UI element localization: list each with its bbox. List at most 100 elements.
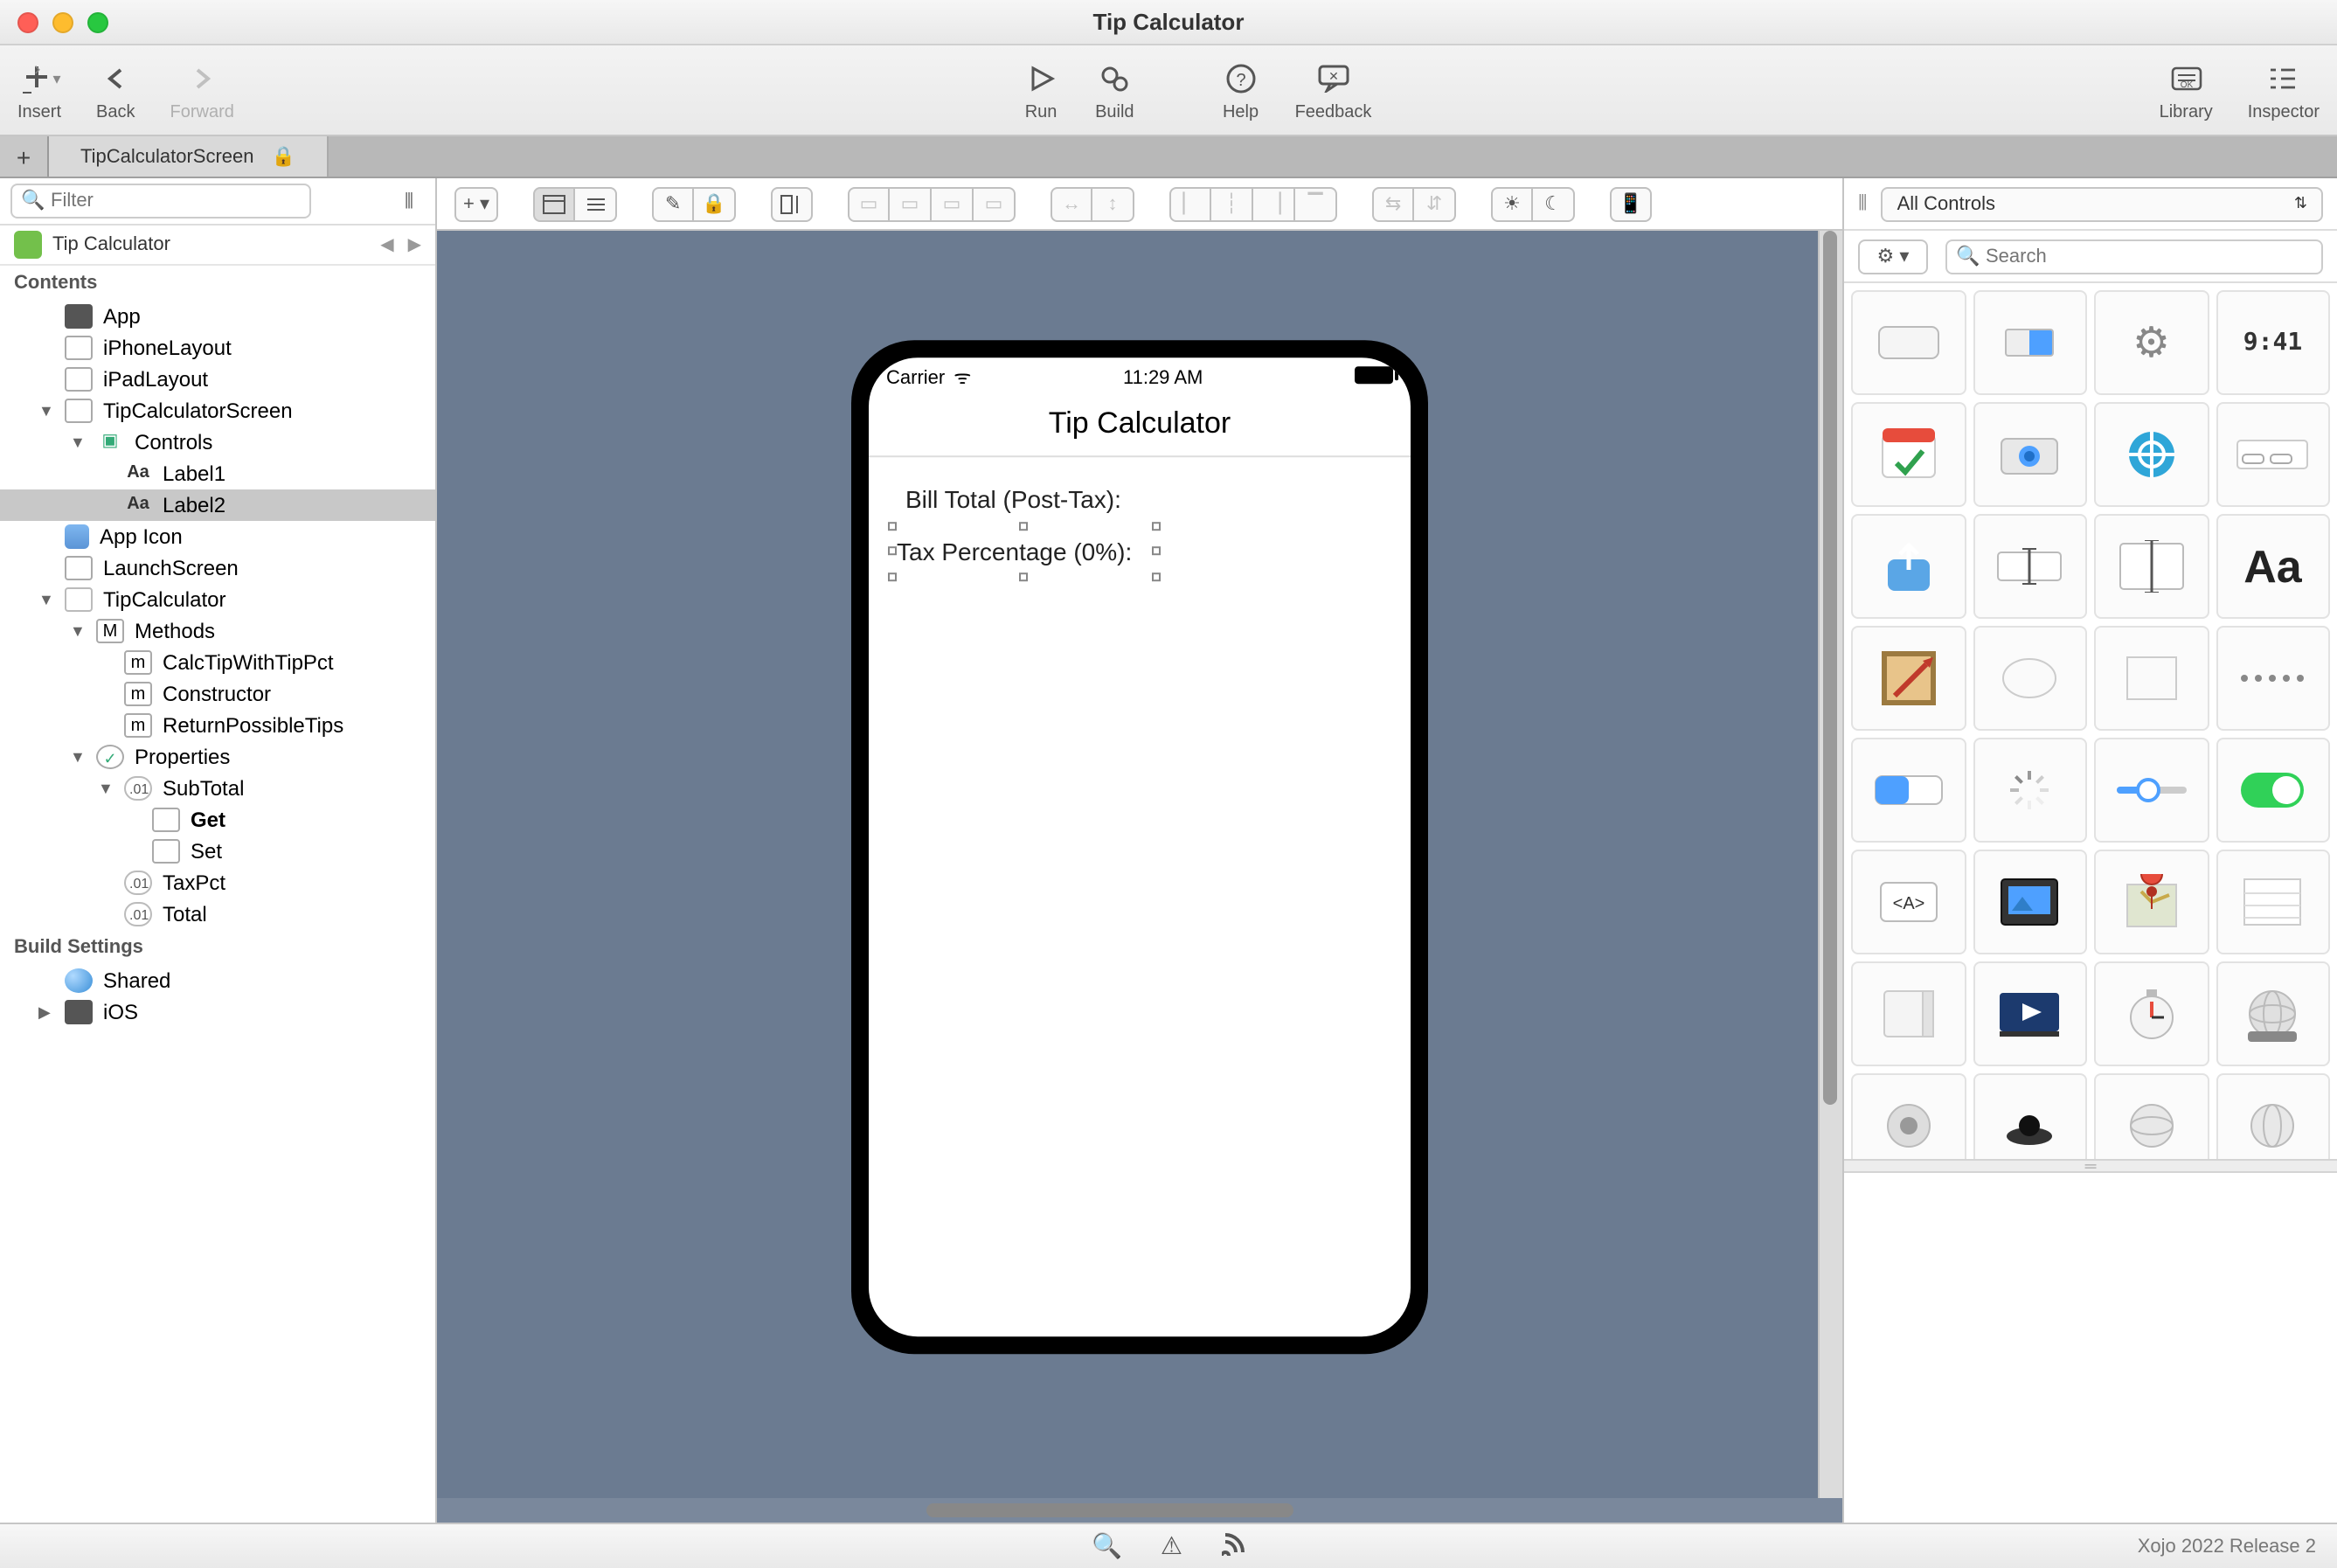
nav-item-appicon[interactable]: App Icon <box>0 521 435 552</box>
nav-item-launchscreen[interactable]: LaunchScreen <box>0 552 435 584</box>
back-button[interactable]: Back <box>79 45 152 135</box>
warnings-icon[interactable]: ⚠ <box>1161 1531 1182 1561</box>
inspector-button[interactable]: Inspector <box>2230 45 2337 135</box>
nav-item-label1[interactable]: AaLabel1 <box>0 458 435 489</box>
control-tcpsocket[interactable] <box>2094 1073 2209 1159</box>
canvas-hscrollbar[interactable] <box>437 1498 1842 1523</box>
dark-mode-button[interactable]: ☾ <box>1533 186 1575 221</box>
library-splitter[interactable]: ═ <box>1844 1159 2337 1173</box>
control-htmlviewer[interactable]: <A> <box>1851 850 1966 954</box>
control-camera[interactable] <box>1973 402 2087 507</box>
control-mapviewer[interactable] <box>2094 850 2209 954</box>
library-columns-toggle[interactable]: ⦀ <box>1858 191 1868 217</box>
nav-item-shared[interactable]: Shared <box>0 965 435 996</box>
control-imageviewer[interactable] <box>1973 850 2087 954</box>
control-canvas[interactable] <box>1851 626 1966 731</box>
align-right-button[interactable]: ▕ <box>1253 186 1295 221</box>
order-backward-button[interactable]: ▭ <box>932 186 974 221</box>
control-progressbar[interactable] <box>1973 290 2087 395</box>
nav-item-method-returntips[interactable]: mReturnPossibleTips <box>0 710 435 741</box>
control-datepicker[interactable] <box>1851 402 1966 507</box>
space-h-button[interactable]: ⇆ <box>1372 186 1414 221</box>
order-front-button[interactable]: ▭ <box>848 186 890 221</box>
add-control-button[interactable]: + ▾ <box>454 186 498 221</box>
view-layout-button[interactable] <box>533 186 575 221</box>
nav-item-method-calctip[interactable]: mCalcTipWithTipPct <box>0 647 435 678</box>
nav-item-prop-subtotal-get[interactable]: Get <box>0 804 435 836</box>
align-left-button[interactable]: ▏ <box>1169 186 1211 221</box>
order-forward-button[interactable]: ▭ <box>890 186 932 221</box>
rss-icon[interactable] <box>1221 1531 1245 1561</box>
control-separator[interactable] <box>2216 626 2330 731</box>
control-slider[interactable] <box>2094 738 2209 843</box>
control-clock[interactable]: 9:41 <box>2216 290 2330 395</box>
nav-item-ios[interactable]: ▶iOS <box>0 996 435 1028</box>
library-settings-button[interactable]: ⚙ ▾ <box>1858 239 1928 274</box>
run-button[interactable]: Run <box>1004 45 1078 135</box>
control-timer[interactable] <box>2094 961 2209 1066</box>
control-movieplayer[interactable] <box>1973 961 2087 1066</box>
nav-item-label2[interactable]: AaLabel2 <box>0 489 435 521</box>
history-back-icon[interactable]: ◀ <box>380 235 393 254</box>
nav-item-ipadlayout[interactable]: iPadLayout <box>0 364 435 395</box>
minimize-window-button[interactable] <box>52 11 73 32</box>
control-rectangle[interactable] <box>2094 626 2209 731</box>
control-segmented[interactable] <box>1851 738 1966 843</box>
control-label[interactable]: Aa <box>2216 514 2330 619</box>
new-tab-button[interactable]: + <box>0 136 49 177</box>
control-oval[interactable] <box>1973 626 2087 731</box>
zoom-window-button[interactable] <box>87 11 108 32</box>
forward-button[interactable]: Forward <box>153 45 252 135</box>
fill-width-button[interactable]: ↔ <box>1051 186 1092 221</box>
tab-tipcalculatorscreen[interactable]: TipCalculatorScreen 🔒 <box>49 136 329 177</box>
control-location[interactable] <box>2094 402 2209 507</box>
align-center-button[interactable]: ┆ <box>1211 186 1253 221</box>
nav-item-method-constructor[interactable]: mConstructor <box>0 678 435 710</box>
edit-button[interactable]: ✎ <box>652 186 694 221</box>
navigator-filter-input[interactable] <box>10 184 311 219</box>
order-back-button[interactable]: ▭ <box>974 186 1016 221</box>
navigator-columns-toggle[interactable]: ⦀ <box>393 188 425 214</box>
control-switch[interactable] <box>2216 738 2330 843</box>
control-textarea[interactable] <box>2094 514 2209 619</box>
label2-control[interactable]: Tax Percentage (0%): <box>897 533 1383 568</box>
control-button[interactable] <box>1851 290 1966 395</box>
insert-button[interactable]: ▾ Insert <box>0 45 79 135</box>
nav-item-tipcalcscreen[interactable]: ▼TipCalculatorScreen <box>0 395 435 427</box>
label1-control[interactable]: Bill Total (Post-Tax): <box>905 481 1383 516</box>
build-button[interactable]: Build <box>1078 45 1152 135</box>
feedback-button[interactable]: ✕ Feedback <box>1278 45 1390 135</box>
close-window-button[interactable] <box>17 11 38 32</box>
help-button[interactable]: ? Help <box>1204 45 1278 135</box>
control-settings[interactable]: ⚙ <box>2094 290 2209 395</box>
nav-item-prop-total[interactable]: .01Total <box>0 898 435 930</box>
view-list-button[interactable] <box>575 186 617 221</box>
control-thread[interactable] <box>1973 1073 2087 1159</box>
control-textfield[interactable] <box>1973 514 2087 619</box>
nav-item-prop-subtotal[interactable]: ▼.01SubTotal <box>0 773 435 804</box>
nav-item-properties[interactable]: ▼✓Properties <box>0 741 435 773</box>
find-icon[interactable]: 🔍 <box>1092 1531 1122 1561</box>
control-udpsocket[interactable] <box>2216 1073 2330 1159</box>
control-table[interactable] <box>2216 850 2330 954</box>
nav-item-iphonelayout[interactable]: iPhoneLayout <box>0 332 435 364</box>
library-filter-dropdown[interactable]: All Controls ⇅ <box>1882 186 2323 221</box>
nav-item-prop-taxpct[interactable]: .01TaxPct <box>0 867 435 898</box>
control-generic[interactable] <box>1851 1073 1966 1159</box>
device-picker-button[interactable]: 📱 <box>1610 186 1652 221</box>
control-share[interactable] <box>1851 514 1966 619</box>
nav-item-controls[interactable]: ▼▣Controls <box>0 427 435 458</box>
library-search-input[interactable] <box>1945 239 2323 274</box>
nav-item-tipcalculator-class[interactable]: ▼TipCalculator <box>0 584 435 615</box>
light-mode-button[interactable]: ☀ <box>1491 186 1533 221</box>
history-forward-icon[interactable]: ▶ <box>408 235 421 254</box>
library-button[interactable]: OK Library <box>2142 45 2230 135</box>
design-surface[interactable]: Carrierᯤ 11:29 AM Tip Calculator Bill To… <box>437 231 1842 1523</box>
guides-button[interactable] <box>771 186 813 221</box>
control-urlconnection[interactable] <box>2216 961 2330 1066</box>
canvas-vscrollbar[interactable] <box>1818 231 1842 1498</box>
lock-button[interactable]: 🔒 <box>694 186 736 221</box>
space-v-button[interactable]: ⇵ <box>1414 186 1456 221</box>
control-toolbar[interactable] <box>2216 402 2330 507</box>
align-top-button[interactable]: ▔ <box>1295 186 1337 221</box>
